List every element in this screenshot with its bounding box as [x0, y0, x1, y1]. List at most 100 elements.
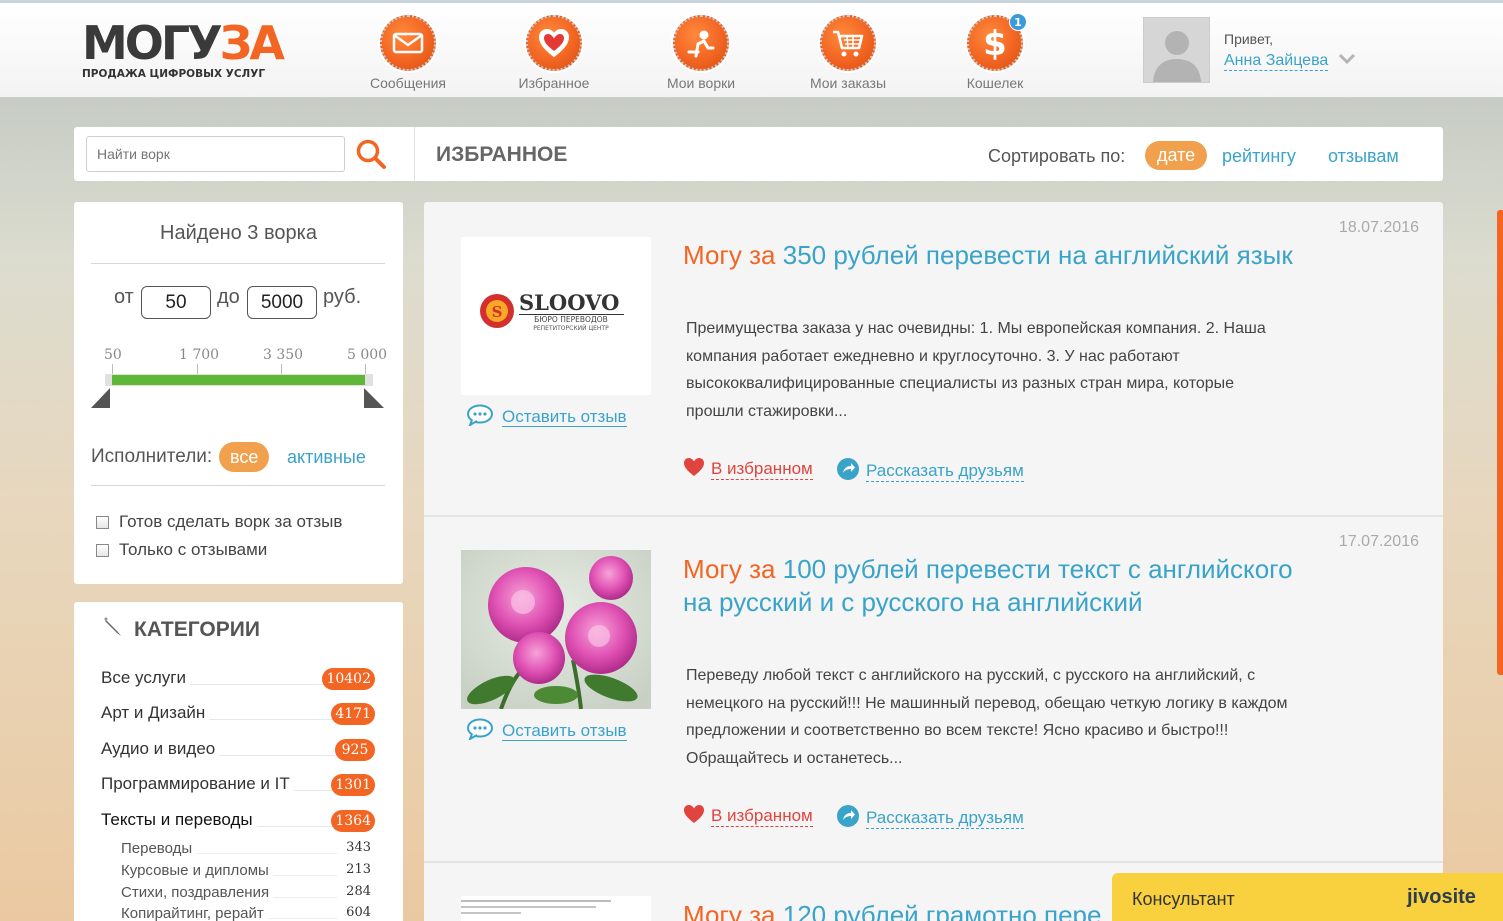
sort-by-reviews[interactable]: отзывам [1328, 146, 1399, 167]
checkbox-with-reviews[interactable]: Только с отзывами [96, 540, 267, 560]
categories-title-text: КАТЕГОРИИ [134, 618, 260, 641]
executors-all[interactable]: все [219, 442, 270, 472]
category-audio-video[interactable]: Аудио и видео 925 [101, 739, 375, 763]
wallet-badge: 1 [1009, 13, 1027, 31]
currency-label: руб. [323, 286, 362, 308]
svg-text:S: S [492, 303, 503, 321]
person-icon [673, 15, 729, 71]
categories-title: КАТЕГОРИИ [102, 616, 260, 644]
logo-tagline: ПРОДАЖА ЦИФРОВЫХ УСЛУГ [82, 68, 266, 80]
nav-my-orders[interactable]: Мои заказы [788, 15, 908, 91]
envelope-icon [380, 15, 436, 71]
category-all[interactable]: Все услуги 10402 [101, 668, 375, 692]
checkbox-label: Только с отзывами [119, 540, 268, 559]
category-texts-translations[interactable]: Тексты и переводы 1364 [101, 810, 375, 834]
site-logo[interactable]: МОГУЗА ПРОДАЖА ЦИФРОВЫХ УСЛУГ [82, 20, 285, 83]
chat-brand: jivosite [1407, 886, 1476, 908]
item-image[interactable]: S SLOOVO БЮРО ПЕРЕВОДОВ РЕПЕТИТОРСКИЙ ЦЕ… [461, 237, 651, 395]
divider [91, 263, 385, 264]
in-favorites-link[interactable]: В избранном [683, 804, 813, 829]
subcategory-name: Копирайтинг, рерайт [121, 905, 268, 921]
heart-icon [526, 15, 582, 71]
scale-label: 50 [104, 347, 122, 363]
username-link[interactable]: Анна Зайцева [1224, 52, 1329, 71]
categories-panel: КАТЕГОРИИ Все услуги 10402 Арт и Дизайн … [74, 602, 403, 921]
sort-by-date[interactable]: дате [1145, 141, 1208, 170]
nav-my-works-label: Мои ворки [666, 75, 736, 91]
price-slider-fill [112, 375, 365, 385]
chat-widget[interactable]: Консультант jivosite [1112, 873, 1503, 921]
heart-icon [683, 804, 705, 829]
greeting-text: Привет, [1224, 31, 1274, 47]
search-bar: ИЗБРАННОЕ Сортировать по: дате рейтингу … [74, 127, 1443, 181]
price-to-input[interactable]: 5000 [247, 286, 317, 319]
subcategory-poems[interactable]: Стихи, поздравления 284 [121, 884, 371, 904]
category-art-design[interactable]: Арт и Дизайн 4171 [101, 703, 375, 727]
filter-panel: Найдено 3 ворка от 50 до 5000 руб. 50 1 … [74, 202, 403, 584]
subcategory-count: 284 [346, 884, 371, 899]
nav-my-works[interactable]: Мои ворки [641, 15, 761, 91]
sort-by-rating[interactable]: рейтингу [1222, 146, 1296, 167]
subcategory-copywriting[interactable]: Копирайтинг, рерайт 604 [121, 905, 371, 921]
leave-review-text: Оставить отзыв [502, 721, 627, 741]
price-to-label: до [217, 286, 240, 308]
checkbox-review-work[interactable]: Готов сделать ворк за отзыв [96, 512, 342, 532]
nav-messages[interactable]: Сообщения [348, 15, 468, 91]
logo-text-main: МОГУ [82, 16, 223, 70]
share-text: Рассказать друзьям [866, 808, 1024, 829]
chevron-down-icon[interactable] [1338, 51, 1356, 70]
category-name: Аудио и видео [101, 739, 220, 759]
search-input[interactable] [86, 136, 345, 172]
list-item: 18.07.2016 S SLOOVO БЮРО ПЕРЕВОДОВ РЕПЕТ… [424, 202, 1443, 517]
leave-review-link[interactable]: Оставить отзыв [466, 404, 627, 431]
logo-brand-text: SLOOVO [519, 290, 619, 315]
nav-favorites[interactable]: Избранное [494, 15, 614, 91]
in-favorites-link[interactable]: В избранном [683, 457, 813, 482]
item-image[interactable] [461, 896, 651, 921]
results-count: Найдено 3 ворка [160, 222, 317, 244]
subcategory-name: Курсовые и дипломы [121, 862, 273, 879]
item-title[interactable]: Могу за 100 рублей перевести текст с анг… [683, 553, 1303, 619]
share-link[interactable]: Рассказать друзьям [836, 804, 1024, 833]
chat-label: Консультант [1132, 889, 1235, 909]
item-date: 17.07.2016 [1338, 533, 1419, 550]
svg-text:$: $ [983, 25, 1007, 61]
subcategory-count: 604 [346, 905, 371, 920]
side-tab[interactable] [1497, 210, 1503, 675]
nav-wallet[interactable]: $ 1 Кошелек [935, 13, 1055, 91]
category-programming[interactable]: Программирование и IT 1301 [101, 774, 375, 798]
scale-tick [281, 364, 282, 374]
favorites-list: 18.07.2016 S SLOOVO БЮРО ПЕРЕВОДОВ РЕПЕТ… [424, 202, 1443, 921]
category-count: 1301 [331, 774, 375, 796]
nav-messages-label: Сообщения [370, 75, 446, 91]
checkbox[interactable] [96, 543, 109, 557]
item-image[interactable] [461, 550, 651, 709]
share-text: Рассказать друзьям [866, 461, 1024, 482]
executors-active[interactable]: активные [287, 447, 366, 468]
subcategory-coursework[interactable]: Курсовые и дипломы 213 [121, 862, 371, 882]
item-description: Преимущества заказа у нас очевидны: 1. М… [686, 320, 1266, 420]
price-from-input[interactable]: 50 [141, 286, 211, 319]
speech-bubble-icon [466, 404, 494, 431]
avatar[interactable] [1143, 17, 1210, 83]
leave-review-text: Оставить отзыв [502, 407, 627, 427]
category-name: Арт и Дизайн [101, 703, 210, 723]
search-icon[interactable] [354, 138, 388, 172]
scale-tick [197, 364, 198, 374]
item-title-prefix: Могу за [683, 554, 776, 584]
checkbox[interactable] [96, 515, 109, 529]
share-icon [836, 457, 860, 486]
leave-review-link[interactable]: Оставить отзыв [466, 718, 627, 745]
item-date: 18.07.2016 [1338, 219, 1419, 236]
item-title[interactable]: Могу за 350 рублей перевести на английск… [683, 239, 1303, 272]
item-title-prefix: Могу за [683, 240, 776, 270]
subcategory-translations[interactable]: Переводы 343 [121, 840, 371, 860]
in-favorites-text: В избранном [711, 806, 813, 827]
nav-wallet-label: Кошелек [966, 75, 1024, 91]
share-link[interactable]: Рассказать друзьям [836, 457, 1024, 486]
scale-label: 3 350 [263, 347, 304, 363]
category-count: 1364 [331, 810, 375, 832]
scale-label: 5 000 [347, 347, 388, 363]
scale-tick [365, 364, 366, 374]
divider [91, 485, 385, 486]
